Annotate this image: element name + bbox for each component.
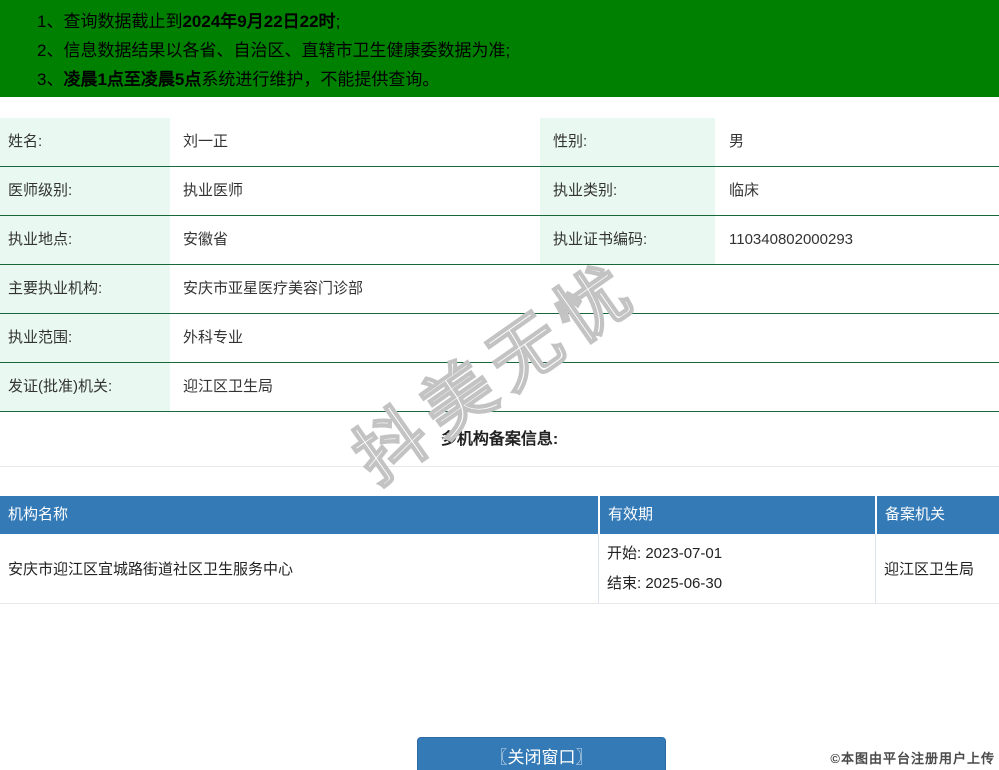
field-label-gender: 性别:: [540, 118, 715, 166]
field-value-main-institution: 安庆市亚星医疗美容门诊部: [183, 280, 364, 297]
column-header-validity: 有效期: [598, 496, 875, 534]
notice-text: ;: [335, 12, 341, 31]
notice-number: 1、: [37, 12, 64, 31]
field-label-practice-location: 执业地点:: [0, 216, 170, 264]
multi-institution-section-title: 多机构备案信息:: [0, 412, 999, 467]
notice-banner: 1、查询数据截止到2024年9月22日22时; 2、信息数据结果以各省、自治区、…: [0, 0, 999, 97]
notice-line-1: 1、查询数据截止到2024年9月22日22时;: [0, 7, 999, 36]
field-label-issuing-authority: 发证(批准)机关:: [0, 363, 170, 411]
field-label-certificate-no: 执业证书编码:: [540, 216, 715, 264]
notice-number: 2、: [37, 41, 64, 60]
cell-validity: 开始: 2023-07-01 结束: 2025-06-30: [598, 534, 875, 603]
notice-text: 系统进行维护，不能提供查询。: [201, 70, 440, 89]
field-value-name: 刘一正: [183, 133, 229, 150]
notice-line-2: 2、信息数据结果以各省、自治区、直辖市卫生健康委数据为准;: [0, 36, 999, 65]
notice-line-3: 3、凌晨1点至凌晨5点系统进行维护，不能提供查询。: [0, 65, 999, 94]
field-label-practice-scope: 执业范围:: [0, 314, 170, 362]
field-value-practice-type: 临床: [729, 182, 760, 199]
multi-institution-table: 机构名称 有效期 备案机关 安庆市迎江区宜城路街道社区卫生服务中心 开始: 20…: [0, 496, 999, 604]
table-header-row: 机构名称 有效期 备案机关: [0, 496, 999, 534]
doctor-license-result-page: 1、查询数据截止到2024年9月22日22时; 2、信息数据结果以各省、自治区、…: [0, 0, 999, 770]
uploader-copyright-stamp: ©本图由平台注册用户上传: [830, 751, 995, 766]
validity-start: 开始: 2023-07-01: [607, 544, 723, 562]
column-header-authority: 备案机关: [875, 496, 999, 534]
field-label-name: 姓名:: [0, 118, 170, 166]
cell-record-authority: 迎江区卫生局: [875, 534, 999, 603]
field-value-gender: 男: [729, 133, 745, 150]
field-label-practice-type: 执业类别:: [540, 167, 715, 215]
table-row: 执业范围: 外科专业: [0, 314, 999, 363]
doctor-info-table: 姓名: 刘一正 性别: 男 医师级别: 执业医师 执业类别: 临床 执业地点: …: [0, 118, 999, 412]
notice-number: 3、: [37, 70, 64, 89]
table-row: 医师级别: 执业医师 执业类别: 临床: [0, 167, 999, 216]
validity-end: 结束: 2025-06-30: [607, 574, 723, 592]
table-row: 姓名: 刘一正 性别: 男: [0, 118, 999, 167]
field-label-doctor-level: 医师级别:: [0, 167, 170, 215]
cell-org-name: 安庆市迎江区宜城路街道社区卫生服务中心: [8, 561, 294, 578]
column-header-org-name: 机构名称: [8, 506, 69, 523]
field-value-issuing-authority: 迎江区卫生局: [183, 378, 274, 395]
field-value-certificate-no: 110340802000293: [729, 231, 854, 248]
field-label-main-institution: 主要执业机构:: [0, 265, 170, 313]
notice-text-bold: 2024年9月22日22时: [182, 12, 336, 31]
table-row: 主要执业机构: 安庆市亚星医疗美容门诊部: [0, 265, 999, 314]
table-row: 安庆市迎江区宜城路街道社区卫生服务中心 开始: 2023-07-01 结束: 2…: [0, 534, 999, 604]
notice-text: 信息数据结果以各省、自治区、直辖市卫生健康委数据为准;: [63, 41, 511, 60]
table-row: 执业地点: 安徽省 执业证书编码: 110340802000293: [0, 216, 999, 265]
field-value-practice-location: 安徽省: [183, 231, 229, 248]
notice-text-bold: 凌晨1点至凌晨5点: [63, 70, 202, 89]
notice-text: 查询数据截止到: [63, 12, 183, 31]
field-value-practice-scope: 外科专业: [183, 329, 244, 346]
close-window-button[interactable]: 〖关闭窗口〗: [417, 737, 666, 770]
field-value-doctor-level: 执业医师: [183, 182, 244, 199]
table-row: 发证(批准)机关: 迎江区卫生局: [0, 363, 999, 412]
